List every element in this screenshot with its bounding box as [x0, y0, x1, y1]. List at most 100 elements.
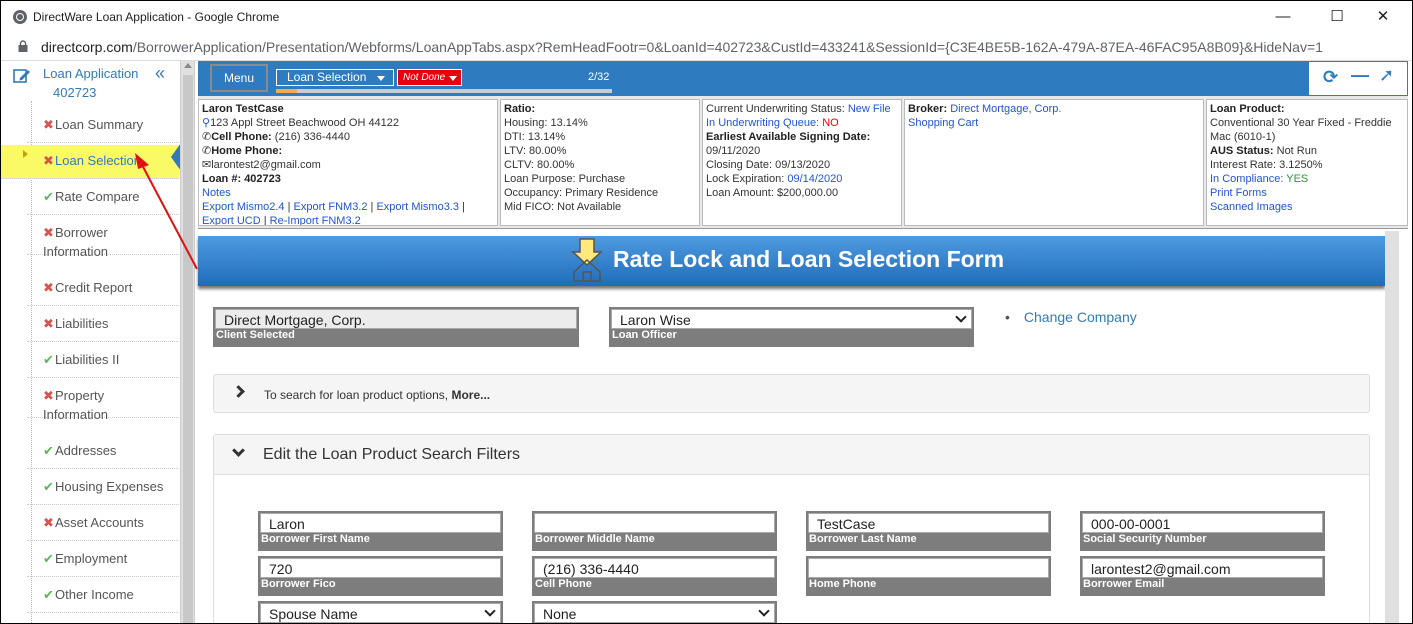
ratio-info-column: Ratio: Housing: 13.14% DTI: 13.14% LTV: …: [500, 99, 700, 226]
sidebar-item-asset-accounts[interactable]: ✖ Asset Accounts: [27, 507, 179, 541]
export-fnm32-link[interactable]: Export FNM3.2: [294, 201, 368, 213]
export-mismo33-link[interactable]: Export Mismo3.3: [376, 201, 459, 213]
search-options-text: To search for loan product options, More…: [264, 388, 490, 402]
shopping-cart-link[interactable]: Shopping Cart: [908, 117, 978, 129]
broker-label: Broker:: [908, 103, 948, 115]
reimport-fnm32-link[interactable]: Re-Import FNM3.2: [270, 215, 361, 225]
form-title: Rate Lock and Loan Selection Form: [613, 246, 1005, 272]
sidebar: Loan Application 402723 « ✖ Loan Summary ✖…: [1, 61, 181, 623]
change-company-link[interactable]: Change Company: [1024, 309, 1137, 325]
form-banner: Rate Lock and Loan Selection Form: [198, 236, 1385, 286]
product-info-column: Loan Product: Conventional 30 Year Fixed…: [1206, 99, 1408, 226]
email-input[interactable]: larontest2@gmail.com: [1082, 558, 1323, 578]
tab-select-dropdown[interactable]: Loan Selection: [276, 69, 394, 86]
home-phone-label: Home Phone:: [211, 145, 283, 157]
lock-icon: [18, 40, 28, 52]
middle-name-input[interactable]: [534, 513, 775, 533]
ssn-input[interactable]: 000-00-0001: [1082, 513, 1323, 533]
loan-amount: Loan Amount: $200,000.00: [706, 187, 839, 199]
cell-phone-input[interactable]: (216) 336-4440: [534, 558, 775, 578]
collapse-sidebar-icon[interactable]: «: [155, 63, 165, 84]
uw-status-value[interactable]: New File: [848, 103, 891, 115]
client-selected-value: Direct Mortgage, Corp.: [215, 309, 577, 329]
browser-window: DirectWare Loan Application - Google Chr…: [0, 0, 1413, 624]
loan-officer-select[interactable]: Laron Wise: [611, 309, 972, 329]
sidebar-item-property[interactable]: ✖ Property Information: [27, 380, 179, 422]
minimize-panel-icon[interactable]: —: [1351, 65, 1369, 86]
none-select-value: None: [543, 606, 577, 622]
sidebar-item-label: Loan Summary: [55, 117, 144, 132]
sidebar-item-liabilities[interactable]: ✖ Liabilities: [27, 308, 179, 342]
close-button[interactable]: ✕: [1363, 5, 1403, 29]
spouse-name-select[interactable]: Spouse Name: [260, 603, 501, 623]
sidebar-item-loan-summary[interactable]: ✖ Loan Summary: [27, 109, 179, 143]
spouse-name-value: Spouse Name: [269, 606, 358, 622]
more-link[interactable]: More...: [451, 388, 490, 402]
menu-button[interactable]: Menu: [210, 64, 268, 92]
aus-status-label: AUS Status:: [1210, 145, 1274, 157]
closing-date: Closing Date: 09/13/2020: [706, 159, 831, 171]
sidebar-scrollbar[interactable]: [181, 61, 195, 623]
content-margin: [1399, 229, 1412, 623]
last-name-field: TestCase Borrower Last Name: [806, 511, 1051, 551]
compliance-label[interactable]: In Compliance:: [1210, 173, 1283, 185]
sidebar-item-addresses[interactable]: ✔ Addresses: [27, 435, 179, 469]
sidebar-item-employment[interactable]: ✔ Employment: [27, 543, 179, 577]
progress-bar-fill: [276, 89, 297, 93]
toolbar-tools: ⟳ — ➚: [1308, 61, 1408, 96]
occupancy: Occupancy: Primary Residence: [504, 187, 659, 199]
middle-name-caption: Borrower Middle Name: [535, 533, 655, 545]
fico-input[interactable]: 720: [260, 558, 501, 578]
phone-icon: ✆: [202, 131, 212, 143]
sidebar-item-liabilities-ii[interactable]: ✔ Liabilities II: [27, 344, 179, 378]
scroll-up-icon[interactable]: [184, 63, 192, 68]
aus-status-value: Not Run: [1276, 145, 1317, 157]
pin-icon[interactable]: ➚: [1379, 65, 1394, 86]
last-name-input[interactable]: TestCase: [808, 513, 1049, 533]
uw-queue-label[interactable]: In Underwriting Queue:: [706, 117, 819, 129]
ssn-caption: Social Security Number: [1083, 533, 1207, 545]
minimize-button[interactable]: —: [1263, 5, 1303, 29]
title-bar: DirectWare Loan Application - Google Chr…: [1, 1, 1412, 33]
sidebar-item-label: Credit Report: [55, 280, 133, 295]
chevron-down-icon: [449, 76, 457, 81]
home-phone-input[interactable]: [808, 558, 1049, 578]
sidebar-item-real-estate-owned[interactable]: ✔Real Estate Owned: [27, 615, 179, 623]
maximize-button[interactable]: ☐: [1317, 5, 1357, 29]
email-caption: Borrower Email: [1083, 578, 1165, 590]
search-filters-header[interactable]: Edit the Loan Product Search Filters: [214, 435, 1369, 475]
sidebar-item-label: Asset Accounts: [55, 515, 144, 530]
search-options-panel[interactable]: To search for loan product options, More…: [213, 374, 1370, 413]
ltv-ratio: LTV: 80.00%: [504, 145, 567, 157]
client-selected-field: Direct Mortgage, Corp. Client Selected: [213, 307, 579, 347]
last-name-caption: Borrower Last Name: [809, 533, 917, 545]
annotation-arrow: [135, 153, 198, 270]
lock-expiration-value[interactable]: 09/14/2020: [787, 173, 842, 185]
chevron-right-icon[interactable]: [232, 385, 245, 398]
check-icon: ✔: [43, 352, 54, 367]
borrower-info-column: Laron TestCase ⚲123 Appl Street Beachwoo…: [198, 99, 498, 226]
status-select-dropdown[interactable]: Not Done: [397, 69, 462, 86]
loan-info-panel: Laron TestCase ⚲123 Appl Street Beachwoo…: [198, 96, 1408, 229]
cell-phone-field: (216) 336-4440 Cell Phone: [532, 556, 777, 596]
print-forms-link[interactable]: Print Forms: [1210, 187, 1267, 199]
loan-application-title[interactable]: Loan Application 402723: [43, 64, 143, 102]
scanned-images-link[interactable]: Scanned Images: [1210, 201, 1293, 213]
export-mismo24-link[interactable]: Export Mismo2.4: [202, 201, 285, 213]
address-bar[interactable]: directcorp.com/BorrowerApplication/Prese…: [1, 33, 1412, 61]
chevron-down-icon: [955, 311, 967, 323]
broker-name-link[interactable]: Direct Mortgage, Corp.: [950, 103, 1061, 115]
none-select[interactable]: None: [534, 603, 775, 623]
loan-application-label: Loan Application: [43, 66, 139, 81]
refresh-icon[interactable]: ⟳: [1323, 67, 1338, 88]
sidebar-item-other-income[interactable]: ✔ Other Income: [27, 579, 179, 613]
first-name-input[interactable]: Laron: [260, 513, 501, 533]
chevron-down-icon[interactable]: [232, 444, 245, 457]
content-scrollbar[interactable]: [1385, 231, 1399, 623]
sidebar-item-housing-expenses[interactable]: ✔ Housing Expenses: [27, 471, 179, 505]
check-icon: ✔: [43, 189, 54, 204]
underwriting-info-column: Current Underwriting Status: New File In…: [702, 99, 902, 226]
window-title: DirectWare Loan Application - Google Chr…: [33, 10, 280, 24]
middle-name-field: Borrower Middle Name: [532, 511, 777, 551]
url-text[interactable]: directcorp.com/BorrowerApplication/Prese…: [41, 39, 1323, 55]
